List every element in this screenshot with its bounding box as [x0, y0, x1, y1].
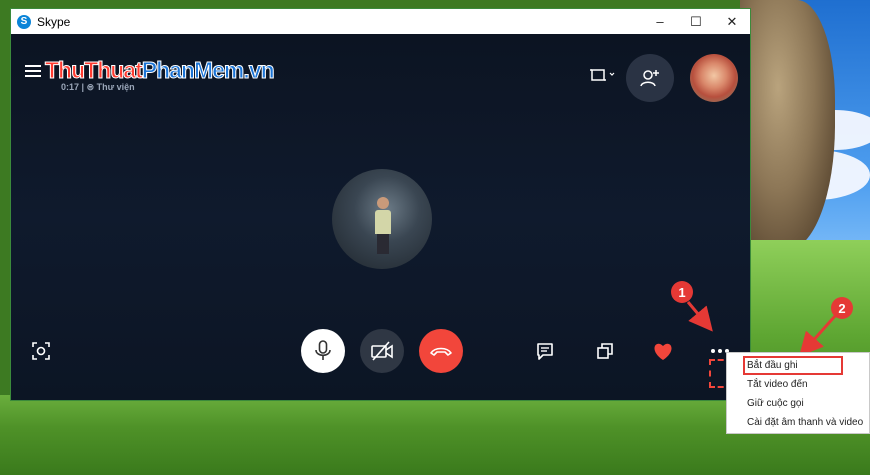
screen-layout-button[interactable]: [585, 64, 623, 86]
annotation-badge-1: 1: [671, 281, 693, 303]
switch-camera-button[interactable]: [591, 337, 619, 365]
minimize-button[interactable]: –: [642, 9, 678, 34]
call-area: ThuThuatPhanMem.vn 0:17 | ⊜ Thư viện: [11, 34, 750, 400]
close-button[interactable]: ✕: [714, 9, 750, 34]
menu-item-start-recording[interactable]: Bắt đầu ghi: [743, 356, 843, 375]
self-avatar[interactable]: [690, 54, 738, 102]
skype-window: S Skype – ☐ ✕ ThuThuatPhanMem.vn 0:17 | …: [10, 8, 751, 401]
add-person-icon: [640, 70, 659, 87]
chat-icon: [537, 343, 553, 360]
end-call-button[interactable]: [419, 329, 463, 373]
menu-item-turn-off-incoming-video[interactable]: Tắt video đến: [727, 375, 869, 394]
library-link[interactable]: Thư viện: [97, 82, 135, 92]
snapshot-button[interactable]: [27, 337, 55, 365]
call-info: 0:17 | ⊜ Thư viện: [61, 82, 135, 93]
add-participant-button[interactable]: [626, 54, 674, 102]
toggle-video-button[interactable]: [360, 329, 404, 373]
switch-window-icon: [597, 343, 613, 359]
microphone-icon: [315, 340, 331, 360]
menu-item-audio-video-settings[interactable]: Cài đặt âm thanh và video: [727, 413, 869, 432]
mute-microphone-button[interactable]: [301, 329, 345, 373]
hang-up-icon: [430, 347, 452, 356]
maximize-button[interactable]: ☐: [678, 9, 714, 34]
call-duration: 0:17: [61, 82, 80, 92]
screen-layout-icon: [590, 69, 615, 81]
window-title: Skype: [37, 14, 71, 29]
menu-item-hold-call[interactable]: Giữ cuộc gọi: [727, 394, 869, 413]
skype-logo-icon: S: [17, 14, 31, 29]
hamburger-menu-icon[interactable]: [25, 65, 41, 77]
heart-icon: [654, 343, 672, 360]
more-options-menu: Bắt đầu ghi Tắt video đến Giữ cuộc gọi C…: [726, 352, 870, 434]
window-controls: – ☐ ✕: [642, 9, 750, 34]
title-bar: S Skype – ☐ ✕: [11, 9, 750, 34]
open-conversation-button[interactable]: [531, 337, 559, 365]
contact-avatar: [332, 169, 432, 269]
annotation-badge-2: 2: [831, 297, 853, 319]
info-separator: |: [81, 82, 85, 92]
watermark-part1: ThuThuat: [45, 57, 144, 84]
contact-photo: [375, 197, 391, 255]
watermark-logo: ThuThuatPhanMem.vn: [45, 57, 276, 84]
camera-snapshot-icon: [32, 342, 50, 360]
video-off-icon: [371, 341, 393, 361]
wallpaper-dog: [740, 0, 835, 250]
library-icon: ⊜: [86, 82, 95, 92]
send-reaction-button[interactable]: [649, 337, 677, 365]
watermark-part2: PhanMem.vn: [141, 57, 275, 84]
